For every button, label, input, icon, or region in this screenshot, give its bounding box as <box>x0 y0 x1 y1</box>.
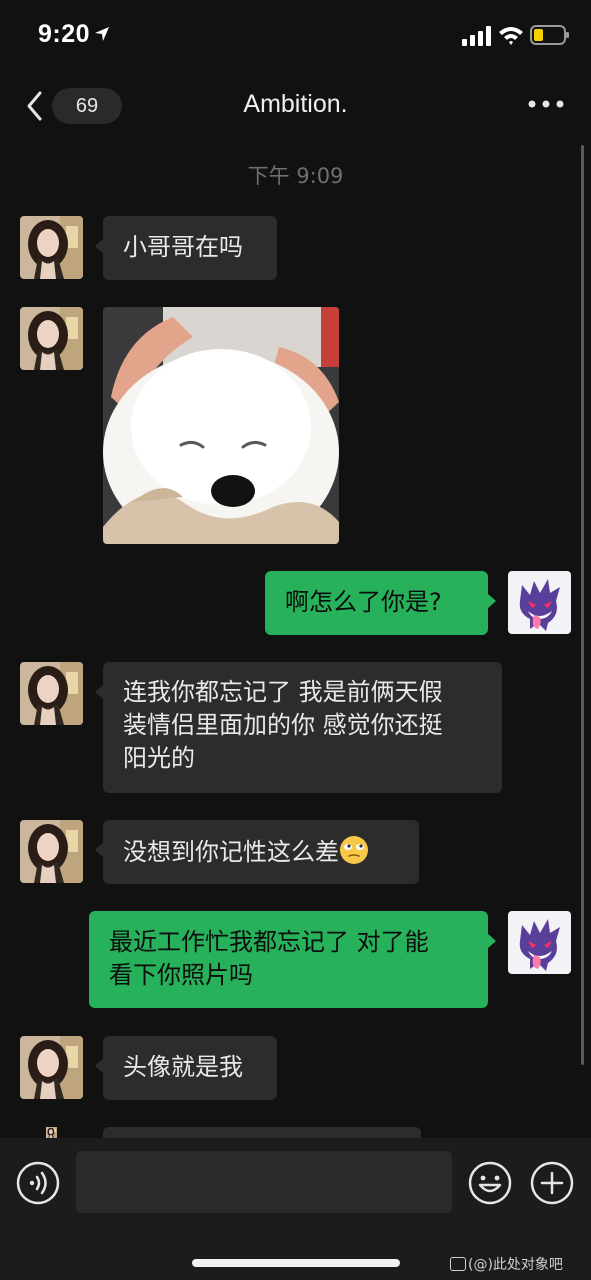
outgoing-message-bubble[interactable]: 最近工作忙我都忘记了 对了能 看下你照片吗 <box>89 911 496 1008</box>
message-text-line: 装情侣里面加的你 感觉你还挺 <box>123 711 443 739</box>
message-text-line: 连我你都忘记了 我是前俩天假 <box>123 678 443 706</box>
incoming-message-bubble[interactable]: 小哥哥在吗 <box>95 216 277 280</box>
status-time: 9:20 <box>38 20 91 48</box>
home-indicator[interactable] <box>192 1259 400 1267</box>
chat-title: Ambition. <box>243 90 348 118</box>
message-timestamp: 下午 9:09 <box>247 164 344 188</box>
battery-icon <box>530 25 569 45</box>
more-options-icon[interactable] <box>526 94 566 114</box>
eye-roll-emoji-icon <box>340 836 368 864</box>
incoming-message-bubble[interactable]: 头像就是我 <box>95 1036 277 1100</box>
contact-avatar[interactable] <box>20 216 83 279</box>
watermark-text: (@)此处对象吧 <box>468 1257 563 1273</box>
watermark-logo-icon <box>450 1257 466 1271</box>
contact-avatar[interactable] <box>20 820 83 883</box>
bubble-tail <box>95 1058 104 1074</box>
voice-input-icon[interactable] <box>16 1161 60 1205</box>
incoming-message-bubble[interactable] <box>103 1127 421 1138</box>
outgoing-message-bubble[interactable]: 啊怎么了你是? <box>265 571 496 635</box>
status-bar: 9:20 <box>0 0 591 72</box>
more-functions-plus-icon[interactable] <box>530 1161 574 1205</box>
bubble-tail <box>95 238 104 254</box>
my-avatar[interactable] <box>508 571 571 634</box>
contact-avatar[interactable] <box>20 1127 83 1138</box>
watermark: (@)此处对象吧 <box>450 1254 563 1274</box>
contact-avatar[interactable] <box>20 1036 83 1099</box>
emoji-picker-icon[interactable] <box>468 1161 512 1205</box>
contact-avatar[interactable] <box>20 307 83 370</box>
bubble-tail <box>95 684 104 700</box>
message-input[interactable] <box>76 1151 452 1213</box>
scroll-indicator[interactable] <box>581 145 584 1065</box>
bubble-tail <box>95 842 104 858</box>
my-avatar[interactable] <box>508 911 571 974</box>
contact-avatar[interactable] <box>20 662 83 725</box>
message-text-line: 阳光的 <box>123 744 195 772</box>
signal-icon <box>462 26 491 46</box>
bubble-tail <box>487 593 496 609</box>
incoming-message-bubble[interactable]: 没想到你记性这么差 <box>95 820 419 884</box>
message-text: 小哥哥在吗 <box>123 233 243 261</box>
message-text-line: 看下你照片吗 <box>109 961 253 989</box>
message-text-line: 最近工作忙我都忘记了 对了能 <box>109 928 429 956</box>
samoyed-dog-photo <box>103 307 339 544</box>
location-arrow-icon <box>95 27 109 41</box>
message-text: 头像就是我 <box>123 1053 243 1081</box>
image-message[interactable] <box>103 307 339 544</box>
chat-header: 69 Ambition. <box>0 72 591 140</box>
message-text: 啊怎么了你是? <box>285 588 442 616</box>
wifi-icon <box>499 27 523 45</box>
bubble-tail <box>487 933 496 949</box>
message-text: 没想到你记性这么差 <box>123 838 339 866</box>
incoming-message-bubble[interactable]: 连我你都忘记了 我是前俩天假 装情侣里面加的你 感觉你还挺 阳光的 <box>95 662 502 793</box>
